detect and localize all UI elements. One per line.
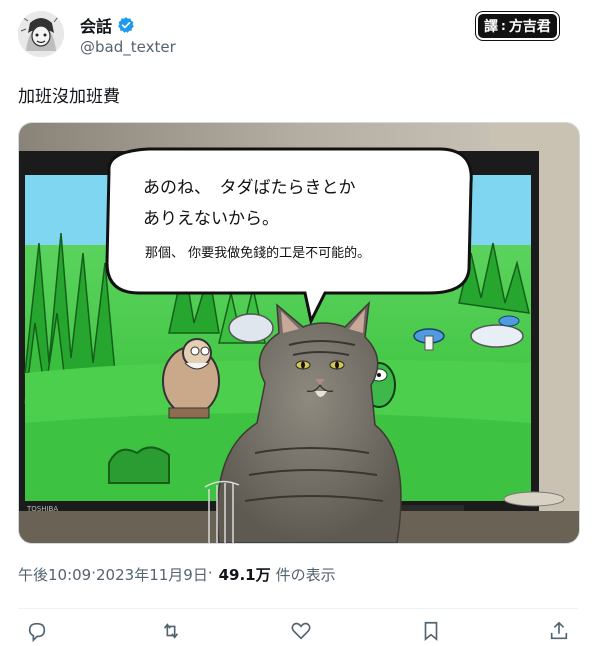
meta-separator: · [207, 564, 213, 582]
avatar[interactable] [18, 11, 64, 57]
translator-name: 方吉君 [508, 19, 551, 35]
share-icon[interactable] [548, 620, 570, 642]
verified-badge-icon [117, 16, 135, 34]
display-name[interactable]: 会話 [80, 13, 112, 37]
translator-colon: : [501, 19, 506, 33]
tweet-date[interactable]: 2023年11月9日 [96, 564, 208, 585]
author-name-row: 会話 [80, 13, 135, 37]
tweet-text: 加班沒加班費 [18, 87, 120, 107]
translator-tag: 譯 : 方吉君 [478, 14, 557, 38]
speech-translation: 那個、 你要我做免錢的工是不可能的。 [145, 245, 370, 261]
translator-prefix: 譯 [484, 19, 498, 35]
cat-tv-photo: あのね、 タダばたらきとか ありえないから。 那個、 你要我做免錢的工是不可能的… [19, 123, 579, 543]
views-label: 件の表示 [275, 566, 336, 584]
action-bar [0, 620, 598, 643]
speech-line1: あのね、 タダばたらきとか [143, 178, 356, 198]
author-handle[interactable]: @bad_texter [80, 38, 176, 56]
tweet-time[interactable]: 午後10:09 [18, 564, 91, 585]
divider [18, 608, 578, 609]
tweet-meta: 午後10:09 · 2023年11月9日 · 49.1万 件の表示 [18, 564, 336, 585]
tv-brand-label: TOSHIBA [26, 505, 58, 513]
speech-line2: ありえないから。 [143, 209, 279, 229]
retweet-icon[interactable] [160, 620, 182, 642]
manga-portrait-avatar-icon [18, 11, 64, 57]
like-icon[interactable] [290, 620, 312, 642]
views-count: 49.1万 [218, 566, 271, 584]
reply-icon[interactable] [26, 620, 48, 643]
tweet-photo[interactable]: あのね、 タダばたらきとか ありえないから。 那個、 你要我做免錢的工是不可能的… [18, 122, 580, 544]
bookmark-icon[interactable] [420, 620, 442, 642]
